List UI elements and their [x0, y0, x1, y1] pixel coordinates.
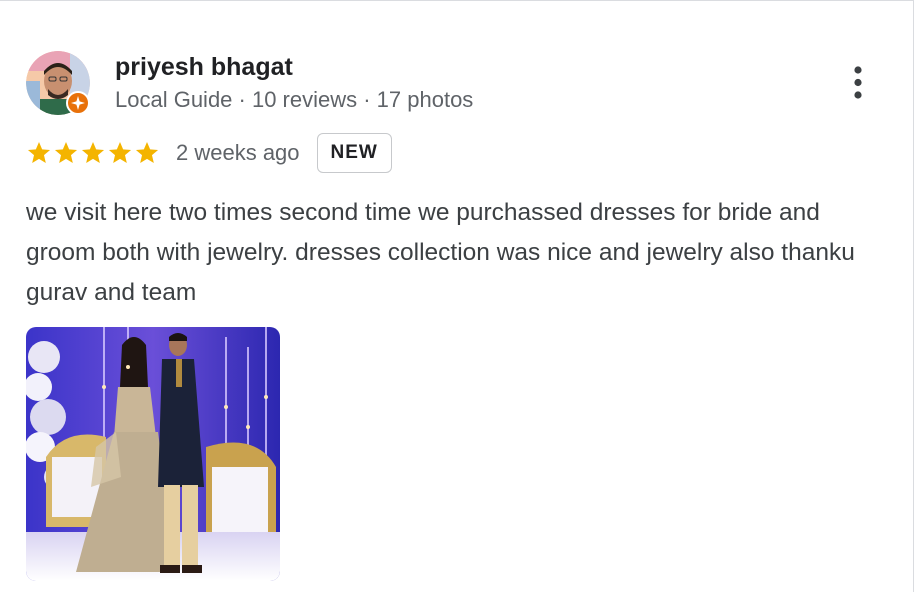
author-meta: Local Guide · 10 reviews · 17 photos — [115, 87, 474, 112]
star-rating — [26, 140, 160, 166]
review-text: we visit here two times second time we p… — [26, 199, 855, 306]
more-vert-icon — [854, 66, 862, 99]
rating-row: 2 weeks ago NEW — [26, 133, 392, 173]
review-photo[interactable] — [26, 327, 280, 581]
star-icon — [27, 141, 51, 163]
star-icon — [81, 141, 105, 163]
author-name[interactable]: priyesh bhagat — [115, 53, 293, 82]
star-icon — [135, 141, 159, 163]
local-guide-badge-icon — [66, 91, 90, 115]
star-icon — [108, 141, 132, 163]
wedding-photo — [26, 327, 280, 581]
review-time: 2 weeks ago — [176, 140, 300, 165]
new-badge: NEW — [316, 133, 392, 173]
author-avatar[interactable] — [26, 51, 90, 115]
more-options-button[interactable] — [842, 63, 874, 103]
star-icon — [54, 141, 78, 163]
review-card: priyesh bhagat Local Guide · 10 reviews … — [0, 0, 914, 592]
